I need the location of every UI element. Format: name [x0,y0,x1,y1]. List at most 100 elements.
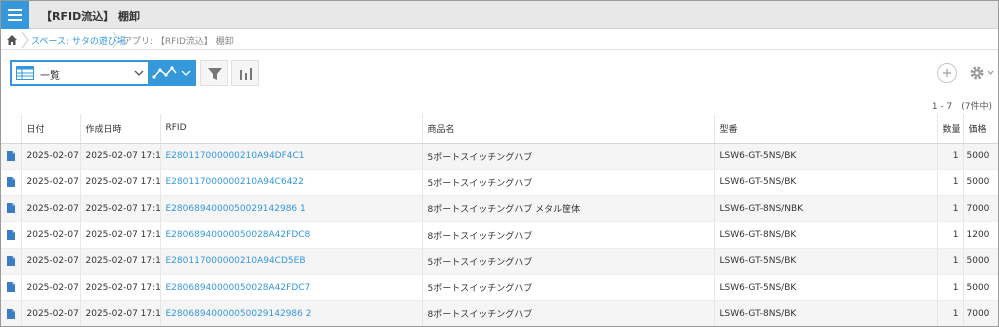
price-cell: 5000 [962,169,998,197]
record-detail-cell [1,221,21,249]
breadcrumb-separator-icon [21,32,29,48]
rfid-cell: E280117000000210A94CD5EB [159,248,422,275]
menu-icon[interactable] [1,1,29,29]
table-row[interactable]: 2025-02-07 2025-02-07 17:18 E2801170000002… [1,248,998,275]
rfid-link[interactable]: E280117000000210A94CD5EB [166,256,306,266]
product-cell: 8ポートスイッチングハブ メタル筐体 [421,195,714,223]
table-row[interactable]: 2025-02-07 2025-02-07 17:18 E2806894000050… [1,195,998,223]
rfid-cell: E28068940000050029142986 2 [159,300,422,326]
column-header[interactable]: RFID [159,114,422,144]
date-cell: 2025-02-07 [20,195,80,223]
date-cell: 2025-02-07 [20,169,80,197]
list-view-icon [16,66,34,80]
column-header[interactable]: 商品名 [421,114,714,144]
rfid-link[interactable]: E28068940000050028A42FDC8 [166,230,311,240]
chevron-down-icon [181,70,191,76]
date-cell: 2025-02-07 [20,143,80,170]
created-cell: 2025-02-07 17:18 [79,300,160,326]
price-cell: 5000 [962,274,998,302]
product-cell: 5ポートスイッチングハブ [421,274,714,302]
column-header[interactable]: 価格 [962,114,998,144]
document-icon[interactable] [7,308,15,319]
bar-chart-icon [240,68,252,80]
add-record-button[interactable] [937,63,957,83]
model-cell: LSW6-GT-8NS/BK [713,221,937,249]
rfid-cell: E280117000000210A94DF4C1 [159,143,422,170]
chevron-down-icon[interactable] [134,68,144,78]
document-icon[interactable] [7,229,15,240]
created-cell: 2025-02-07 17:18 [79,169,160,197]
record-detail-cell [1,195,21,223]
breadcrumb: スペース: サタの遊び場 アプリ: 【RFID流込】 棚卸 [1,30,998,50]
record-detail-cell [1,274,21,302]
breadcrumb-app: アプリ: 【RFID流込】 棚卸 [123,37,234,47]
document-icon[interactable] [7,150,15,161]
records-table: 日付 作成日時 RFID 商品名 型番 数量 価格 2025-02-07 2025… [1,114,998,326]
document-icon[interactable] [7,282,15,293]
view-selector[interactable]: 一覧 [10,60,196,86]
app-header: 【RFID流込】 棚卸 [1,1,998,29]
qty-cell: 1 [936,248,963,275]
rfid-cell: E280117000000210A94C6422 [159,169,422,197]
table-row[interactable]: 2025-02-07 2025-02-07 17:18 E2806894000005… [1,221,998,249]
price-cell: 5000 [962,143,998,170]
model-cell: LSW6-GT-5NS/BK [713,169,937,197]
column-header[interactable]: 数量 [936,114,963,144]
qty-cell: 1 [936,300,963,326]
rfid-cell: E28068940000050028A42FDC7 [159,274,422,302]
record-detail-cell [1,143,21,170]
qty-cell: 1 [936,221,963,249]
column-header[interactable]: 作成日時 [79,114,160,144]
model-cell: LSW6-GT-5NS/BK [713,274,937,302]
product-cell: 8ポートスイッチングハブ [421,221,714,249]
model-cell: LSW6-GT-8NS/NBK [713,195,937,223]
graph-icon [152,66,177,79]
product-cell: 5ポートスイッチングハブ [421,143,714,170]
qty-cell: 1 [936,169,963,197]
rfid-link[interactable]: E280117000000210A94C6422 [166,177,304,187]
plus-icon [943,69,951,77]
rfid-link[interactable]: E28068940000050028A42FDC7 [166,283,311,293]
record-detail-cell [1,248,21,275]
date-cell: 2025-02-07 [20,248,80,275]
filter-button[interactable] [200,60,228,86]
price-cell: 7000 [962,300,998,326]
table-row[interactable]: 2025-02-07 2025-02-07 17:18 E2801170000002… [1,143,998,170]
document-icon[interactable] [7,203,15,214]
column-header-icon [1,114,21,144]
rfid-link[interactable]: E2806894000050029142986 1 [166,204,306,214]
date-cell: 2025-02-07 [20,300,80,326]
column-header[interactable]: 型番 [713,114,937,144]
column-header[interactable]: 日付 [20,114,80,144]
qty-cell: 1 [936,195,963,223]
created-cell: 2025-02-07 17:18 [79,221,160,249]
model-cell: LSW6-GT-8NS/BK [713,300,937,326]
table-row[interactable]: 2025-02-07 2025-02-07 17:18 E2806894000005… [1,274,998,302]
table-row[interactable]: 2025-02-07 2025-02-07 17:18 E2806894000005… [1,300,998,326]
rfid-link[interactable]: E28068940000050029142986 2 [166,309,312,319]
model-cell: LSW6-GT-5NS/BK [713,143,937,170]
created-cell: 2025-02-07 17:18 [79,195,160,223]
graph-view-button[interactable] [148,62,196,84]
created-cell: 2025-02-07 17:18 [79,274,160,302]
pagination-info: 1 - 7 (7件中) [931,102,992,112]
record-detail-cell [1,169,21,197]
view-label: 一覧 [40,71,60,82]
document-icon[interactable] [7,256,15,267]
filter-icon [208,68,222,80]
product-cell: 5ポートスイッチングハブ [421,248,714,275]
document-icon[interactable] [7,177,15,188]
rfid-link[interactable]: E280117000000210A94DF4C1 [166,151,305,161]
qty-cell: 1 [936,143,963,170]
graph-button[interactable] [231,60,259,86]
settings-button[interactable] [967,62,995,84]
product-cell: 5ポートスイッチングハブ [421,169,714,197]
breadcrumb-separator-icon [112,32,120,48]
gear-icon [970,66,984,80]
product-cell: 8ポートスイッチングハブ [421,300,714,326]
table-row[interactable]: 2025-02-07 2025-02-07 17:18 E2801170000002… [1,169,998,197]
home-icon[interactable] [6,34,18,46]
app-window: 【RFID流込】 棚卸 スペース: サタの遊び場 アプリ: 【RFID流込】 棚… [0,0,999,327]
price-cell: 1200 [962,221,998,249]
price-cell: 7000 [962,195,998,223]
